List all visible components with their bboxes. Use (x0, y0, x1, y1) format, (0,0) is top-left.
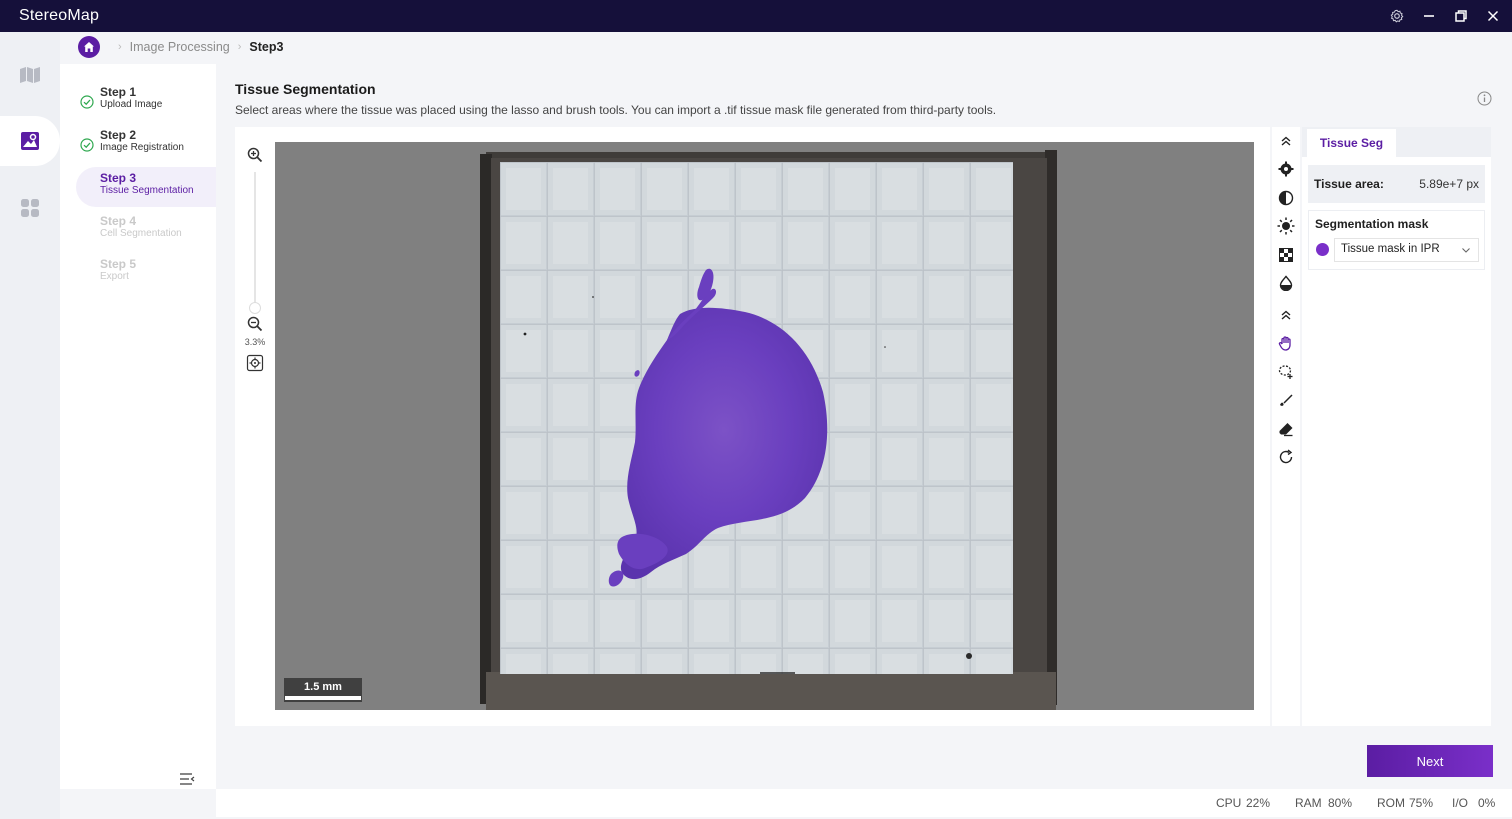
settings-icon[interactable] (1388, 7, 1406, 25)
checkerboard-icon[interactable] (1276, 245, 1296, 265)
chevron-right-icon: › (237, 41, 242, 53)
brush-icon[interactable] (1276, 390, 1296, 410)
scale-bar-label: 1.5 mm (304, 681, 342, 693)
rail-item-map[interactable] (0, 50, 60, 100)
step-title: Step 3 (100, 171, 137, 185)
step-title: Step 4 (100, 214, 137, 228)
rail-item-image-processing[interactable] (0, 116, 60, 166)
apps-icon (21, 199, 39, 217)
window-controls (1388, 0, 1502, 32)
app-title: StereoMap (19, 7, 100, 24)
page-title: Tissue Segmentation (235, 81, 376, 97)
tissue-area-card: Tissue area: 5.89e+7 px (1308, 165, 1485, 203)
zoom-out-icon[interactable] (245, 314, 265, 334)
scale-bar: 1.5 mm (284, 678, 362, 702)
tool-strip (1272, 127, 1300, 726)
panel-tabs: Tissue Seg (1302, 127, 1491, 157)
step-title: Step 5 (100, 257, 137, 271)
image-viewer[interactable]: 1.5 mm (275, 142, 1254, 710)
workspace: 3.3% 1.5 mm (235, 127, 1270, 726)
rail-item-apps[interactable] (0, 183, 60, 233)
help-icon[interactable] (1477, 91, 1492, 106)
collapse-up-icon[interactable] (1276, 305, 1296, 325)
segmentation-mask-card: Segmentation mask Tissue mask in IPR (1308, 210, 1485, 270)
check-circle-icon (80, 95, 94, 109)
image-icon (21, 132, 39, 150)
reset-icon[interactable] (1276, 447, 1296, 467)
hand-pan-icon[interactable] (1276, 333, 1296, 353)
io-label: I/O (1452, 796, 1469, 810)
restore-icon[interactable] (1452, 7, 1470, 25)
mask-color-swatch[interactable] (1316, 243, 1329, 256)
home-button[interactable] (78, 36, 100, 58)
step-5: Step 5 Export (76, 258, 216, 298)
home-icon (84, 42, 94, 52)
rom-label: ROM (1377, 796, 1405, 810)
tissue-image (480, 150, 1057, 710)
breadcrumb: › Image Processing › Step3 (78, 36, 283, 58)
step-title: Step 1 (100, 85, 137, 99)
tissue-area-value: 5.89e+7 px (1419, 177, 1479, 191)
opacity-icon[interactable] (1276, 273, 1296, 293)
eraser-icon[interactable] (1276, 419, 1296, 439)
scale-bar-line (285, 696, 361, 700)
cpu-label: CPU (1216, 796, 1242, 810)
zoom-slider-thumb[interactable] (249, 302, 261, 314)
breadcrumb-current: Step3 (249, 40, 284, 54)
step-1[interactable]: Step 1 Upload Image (76, 86, 216, 126)
close-icon[interactable] (1484, 7, 1502, 25)
step-subtitle: Export (100, 271, 129, 282)
status-bar: CPU 22% RAM 80% ROM 75% I/O 0% (216, 789, 1512, 817)
breadcrumb-parent[interactable]: Image Processing (130, 40, 230, 54)
mask-select[interactable]: Tissue mask in IPR (1334, 238, 1479, 262)
ram-label: RAM (1295, 796, 1322, 810)
left-rail (0, 32, 60, 819)
properties-panel: Tissue Seg Tissue area: 5.89e+7 px Segme… (1302, 127, 1491, 726)
zoom-level: 3.3% (244, 337, 266, 347)
tissue-area-label: Tissue area: (1314, 177, 1384, 191)
zoom-in-icon[interactable] (245, 145, 265, 165)
collapse-sidebar-icon[interactable] (178, 770, 196, 788)
contrast-icon[interactable] (1276, 188, 1296, 208)
chevron-down-icon (1462, 248, 1470, 253)
minimize-icon[interactable] (1420, 7, 1438, 25)
steps-sidebar: Step 1 Upload Image Step 2 Image Registr… (60, 64, 216, 789)
chevron-right-icon: › (118, 41, 122, 53)
step-3[interactable]: Step 3 Tissue Segmentation (76, 167, 216, 207)
lasso-icon[interactable] (1276, 362, 1296, 382)
step-subtitle: Cell Segmentation (100, 228, 182, 239)
segmentation-mask-title: Segmentation mask (1315, 217, 1429, 231)
map-icon (20, 67, 40, 83)
step-2[interactable]: Step 2 Image Registration (76, 129, 216, 169)
step-4: Step 4 Cell Segmentation (76, 215, 216, 255)
io-value: 0% (1478, 796, 1496, 810)
step-subtitle: Upload Image (100, 99, 163, 110)
fit-view-icon[interactable] (245, 353, 265, 373)
rom-value: 75% (1409, 796, 1434, 810)
tab-tissue-seg[interactable]: Tissue Seg (1307, 129, 1396, 157)
brightness-icon[interactable] (1276, 216, 1296, 236)
collapse-up-icon[interactable] (1276, 131, 1296, 151)
check-circle-icon (80, 138, 94, 152)
step-subtitle: Tissue Segmentation (100, 185, 194, 196)
title-bar: StereoMap (0, 0, 1512, 32)
step-title: Step 2 (100, 128, 137, 142)
zoom-controls: 3.3% (235, 127, 275, 726)
gear-icon[interactable] (1276, 159, 1296, 179)
step-subtitle: Image Registration (100, 142, 184, 153)
page-description: Select areas where the tissue was placed… (235, 103, 997, 117)
ram-value: 80% (1328, 796, 1353, 810)
cpu-value: 22% (1246, 796, 1271, 810)
next-button[interactable]: Next (1367, 745, 1493, 777)
zoom-slider-track[interactable] (254, 172, 256, 312)
mask-select-value: Tissue mask in IPR (1341, 243, 1440, 255)
